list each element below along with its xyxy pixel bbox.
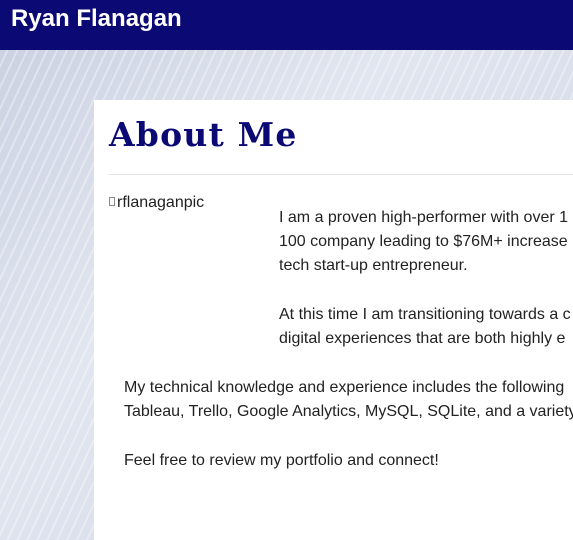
profile-image-alt-text: rflanaganpic	[117, 194, 205, 211]
connect-line: Feel free to review my portfolio and con…	[124, 452, 439, 469]
profile-image: rflanaganpic	[109, 192, 259, 352]
skills-line: My technical knowledge and experience in…	[124, 379, 565, 396]
skills-paragraph: My technical knowledge and experience in…	[124, 376, 573, 424]
connect-paragraph: Feel free to review my portfolio and con…	[124, 449, 439, 473]
heading-divider	[109, 174, 573, 175]
intro-line: I am a proven high-performer with over 1	[279, 209, 569, 226]
about-section: About Me rflanaganpic I am a proven high…	[94, 100, 573, 540]
intro-line: 100 company leading to $76M+ increase	[279, 233, 568, 250]
transition-line: digital experiences that are both highly…	[279, 330, 566, 347]
intro-line: tech start-up entrepreneur.	[279, 257, 468, 274]
site-title[interactable]: Ryan Flanagan	[11, 5, 182, 33]
broken-image-icon	[109, 197, 115, 206]
site-header: Ryan Flanagan	[0, 0, 573, 50]
about-heading: About Me	[109, 115, 298, 154]
intro-paragraph: I am a proven high-performer with over 1…	[279, 206, 568, 278]
transition-paragraph: At this time I am transitioning towards …	[279, 303, 571, 351]
skills-line: Tableau, Trello, Google Analytics, MySQL…	[124, 403, 573, 420]
transition-line: At this time I am transitioning towards …	[279, 306, 571, 323]
